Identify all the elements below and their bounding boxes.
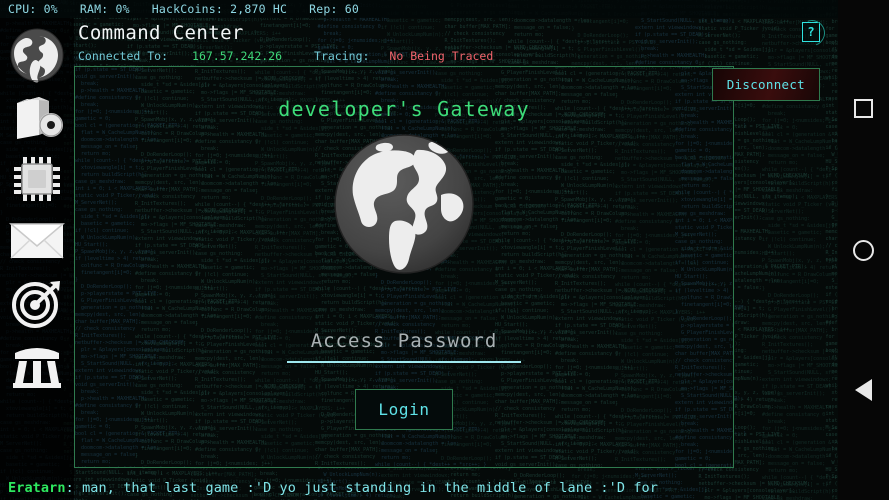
circle-icon bbox=[853, 239, 874, 261]
resource-status-bar: CPU: 0% RAM: 0% HackCoins: 2,870 HC Rep:… bbox=[0, 0, 838, 18]
triangle-left-icon bbox=[855, 379, 872, 401]
tracing-label: Tracing: bbox=[314, 49, 370, 63]
page-header: Command Center Connected To: 167.57.242.… bbox=[78, 18, 838, 68]
gateway-title: developer's Gateway bbox=[278, 97, 530, 121]
sidebar-item-mail[interactable] bbox=[0, 210, 74, 272]
sidebar-item-missions[interactable] bbox=[0, 272, 74, 334]
help-button[interactable]: ? bbox=[794, 15, 830, 51]
login-button[interactable]: Login bbox=[355, 389, 453, 430]
disconnect-button[interactable]: Disconnect bbox=[711, 68, 820, 101]
chat-line: Eratarn: man, that last game :'D yo just… bbox=[0, 480, 838, 496]
home-button[interactable] bbox=[838, 230, 889, 270]
main-sidebar bbox=[0, 18, 74, 500]
hackcoins-stat: HackCoins: 2,870 HC bbox=[151, 2, 288, 16]
target-icon bbox=[10, 276, 64, 330]
sidebar-item-hardware[interactable] bbox=[0, 148, 74, 210]
chat-username: Eratarn bbox=[8, 480, 66, 496]
globe-icon bbox=[9, 27, 65, 83]
chat-message: man, that last game :'D yo just standing… bbox=[82, 480, 658, 496]
cpu-stat: CPU: 0% bbox=[8, 2, 58, 16]
back-button[interactable] bbox=[838, 370, 889, 410]
recents-button[interactable] bbox=[838, 88, 889, 128]
android-navigation-bar bbox=[838, 0, 889, 500]
gateway-panel: if (p.state == ST_DEAD) { void gs_server… bbox=[74, 66, 734, 468]
reputation-stat: Rep: 60 bbox=[309, 2, 359, 16]
sidebar-item-world-map[interactable] bbox=[0, 24, 74, 86]
envelope-icon bbox=[9, 220, 65, 262]
connection-info: Connected To: 167.57.242.26 Tracing: No … bbox=[78, 48, 838, 64]
square-icon bbox=[854, 98, 873, 118]
page-title: Command Center bbox=[78, 22, 244, 44]
chat-separator: : bbox=[65, 480, 83, 496]
connected-ip-value: 167.57.242.26 bbox=[192, 49, 283, 63]
bank-icon bbox=[9, 341, 65, 389]
cpu-chip-icon bbox=[9, 151, 65, 207]
sidebar-item-software[interactable] bbox=[0, 86, 74, 148]
gateway-globe-image bbox=[333, 133, 475, 279]
access-password-placeholder: Access Password bbox=[310, 330, 498, 352]
connected-to-label: Connected To: bbox=[78, 49, 169, 63]
access-password-underline bbox=[287, 361, 521, 363]
tracing-status-badge: No Being Traced bbox=[389, 49, 494, 63]
ram-stat: RAM: 0% bbox=[79, 2, 130, 16]
sidebar-item-bank[interactable] bbox=[0, 334, 74, 396]
software-box-icon bbox=[9, 91, 65, 143]
access-password-field[interactable]: Access Password bbox=[287, 327, 521, 363]
game-app-window: CPU: 0% RAM: 0% HackCoins: 2,870 HC Rep:… bbox=[0, 0, 838, 500]
